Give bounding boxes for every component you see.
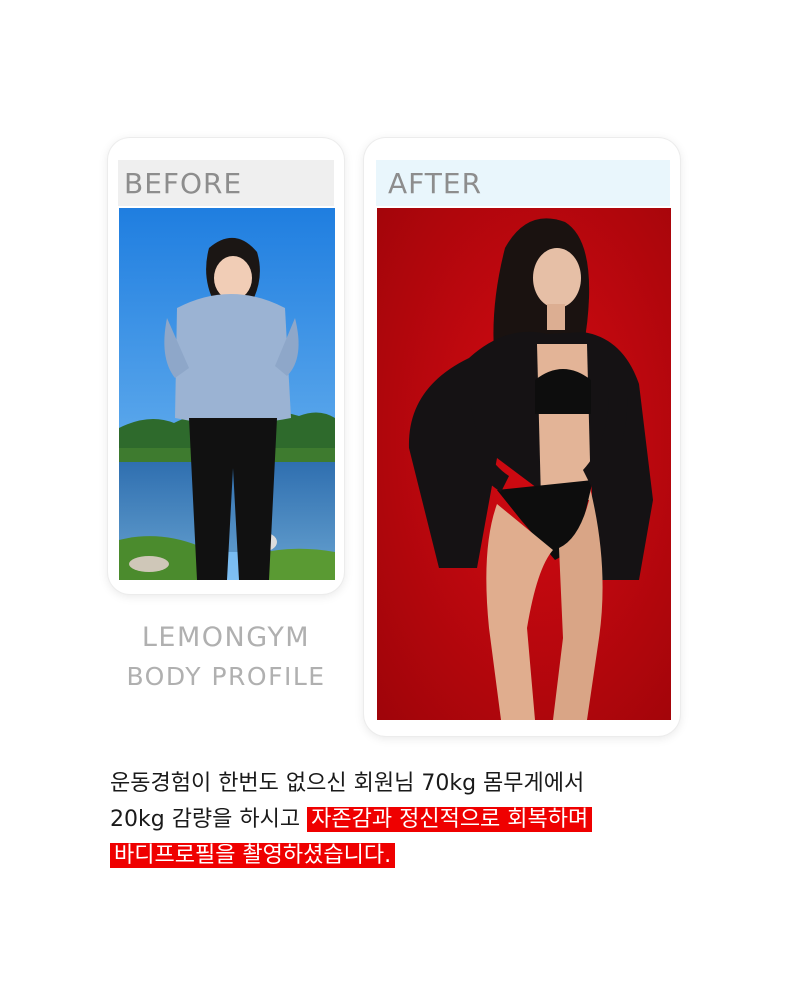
after-photo-illustration <box>377 208 671 720</box>
brand-name: LEMONGYM <box>141 622 311 653</box>
caption: 운동경험이 한번도 없으신 회원님 70kg 몸무게에서 20kg 감량을 하시… <box>110 766 710 874</box>
brand-subtitle: BODY PROFILE <box>126 662 326 691</box>
before-photo <box>119 208 335 580</box>
caption-line-2: 20kg 감량을 하시고 자존감과 정신적으로 회복하며 <box>110 802 710 838</box>
caption-line-3: 바디프로필을 촬영하셨습니다. <box>110 838 710 874</box>
before-label: BEFORE <box>118 160 334 206</box>
before-photo-illustration <box>119 208 335 580</box>
after-photo <box>377 208 671 720</box>
after-label: AFTER <box>376 160 670 206</box>
caption-highlight-2: 바디프로필을 촬영하셨습니다. <box>110 843 396 868</box>
caption-line-2-plain: 20kg 감량을 하시고 <box>110 807 301 832</box>
caption-highlight-1: 자존감과 정신적으로 회복하며 <box>307 807 593 832</box>
caption-line-1: 운동경험이 한번도 없으신 회원님 70kg 몸무게에서 <box>110 771 585 796</box>
